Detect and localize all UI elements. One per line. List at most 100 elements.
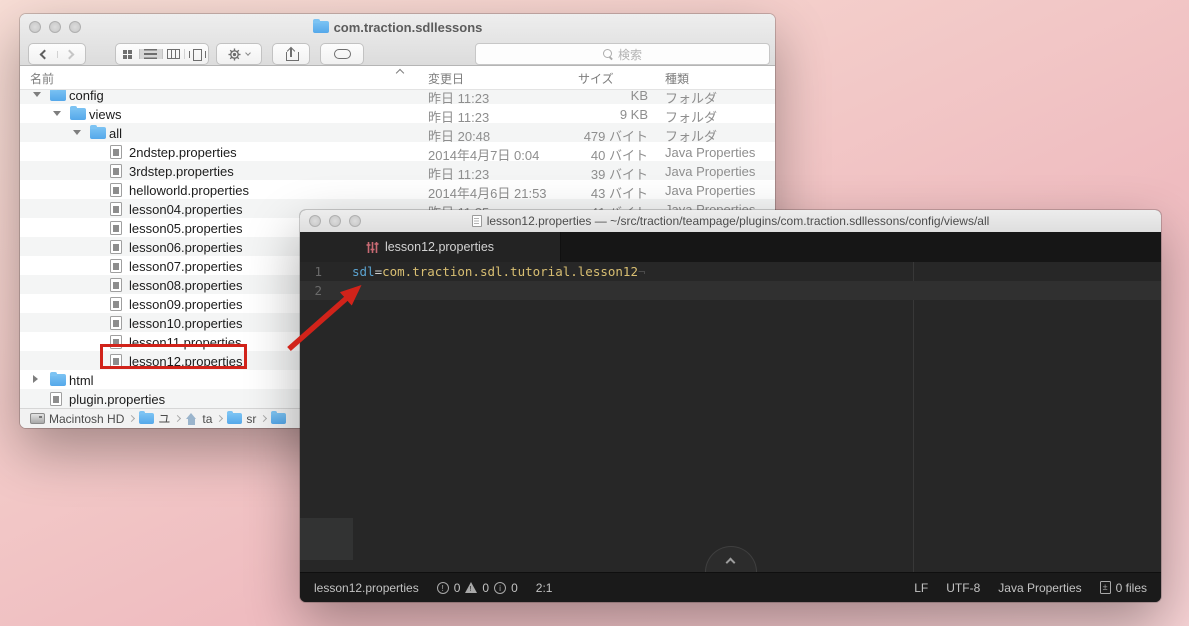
search-icon bbox=[602, 48, 614, 60]
property-value: com.traction.sdl.tutorial.lesson12 bbox=[382, 264, 638, 279]
column-header-kind[interactable]: 種類 bbox=[665, 70, 689, 87]
git-status[interactable]: 0 files bbox=[1099, 580, 1147, 595]
back-icon bbox=[39, 49, 50, 59]
path-item-sr[interactable]: sr bbox=[227, 411, 256, 426]
property-key: sdl bbox=[352, 264, 375, 279]
path-separator-icon bbox=[128, 414, 136, 423]
finder-window-title: com.traction.sdllessons bbox=[20, 14, 775, 40]
folder-icon bbox=[312, 18, 329, 33]
action-menu-button[interactable] bbox=[216, 43, 262, 65]
folder-icon bbox=[90, 124, 106, 139]
list-view-button[interactable] bbox=[138, 49, 163, 59]
forward-icon bbox=[64, 49, 75, 59]
file-name: helloworld.properties bbox=[129, 182, 249, 198]
coverflow-view-button[interactable] bbox=[185, 49, 208, 61]
column-view-button[interactable] bbox=[163, 49, 186, 59]
drive-icon bbox=[30, 413, 45, 424]
tab-bar: lesson12.properties bbox=[300, 232, 1161, 262]
highlight-annotation-box bbox=[100, 344, 247, 369]
finder-titlebar: com.traction.sdllessons 検索 bbox=[20, 14, 775, 66]
status-filename[interactable]: lesson12.properties bbox=[314, 581, 419, 595]
cursor-position[interactable]: 2:1 bbox=[536, 581, 553, 595]
tags-button[interactable] bbox=[320, 43, 364, 65]
share-button[interactable] bbox=[272, 43, 310, 65]
line-number: 2 bbox=[314, 283, 322, 298]
back-button[interactable] bbox=[29, 49, 58, 59]
properties-file-icon bbox=[366, 241, 379, 253]
column-header-name[interactable]: 名前 bbox=[30, 70, 54, 87]
list-view-icon bbox=[144, 49, 158, 59]
grid-view-icon bbox=[122, 49, 132, 59]
file-name: all bbox=[109, 125, 123, 141]
warning-count: 0 bbox=[482, 580, 490, 595]
file-icon bbox=[110, 277, 122, 292]
status-bar: lesson12.properties 0 0 0 2:1 LF UTF-8 J… bbox=[300, 572, 1161, 602]
diagnostics[interactable]: 0 0 0 bbox=[436, 580, 518, 595]
info-icon bbox=[494, 581, 507, 594]
icon-view-button[interactable] bbox=[116, 49, 139, 59]
file-name: html bbox=[69, 372, 94, 388]
column-header-size[interactable]: サイズ bbox=[578, 70, 614, 87]
column-header-date[interactable]: 変更日 bbox=[428, 70, 464, 87]
file-name: lesson04.properties bbox=[129, 201, 243, 217]
file-name: lesson08.properties bbox=[129, 277, 243, 293]
gear-icon bbox=[228, 47, 241, 61]
code-line-1[interactable]: 1 sdl=com.traction.sdl.tutorial.lesson12… bbox=[300, 262, 1161, 281]
search-placeholder: 検索 bbox=[617, 47, 642, 62]
folder-icon bbox=[139, 411, 155, 424]
minimize-button[interactable] bbox=[329, 215, 341, 227]
disclosure-closed-icon[interactable] bbox=[33, 375, 38, 383]
share-icon bbox=[285, 46, 299, 61]
forward-button[interactable] bbox=[58, 49, 86, 59]
zoom-button[interactable] bbox=[349, 215, 361, 227]
file-icon bbox=[110, 296, 122, 311]
disclosure-open-icon[interactable] bbox=[33, 92, 41, 97]
editor-window: lesson12.properties — ~/src/traction/tea… bbox=[300, 210, 1161, 602]
git-diff-icon bbox=[1099, 581, 1111, 594]
tab-lesson12-properties[interactable]: lesson12.properties bbox=[300, 232, 561, 262]
path-separator-icon bbox=[174, 414, 182, 423]
file-row-config[interactable]: config 昨日 11:23 KB フォルダ bbox=[20, 90, 775, 104]
file-icon bbox=[110, 220, 122, 235]
encoding-indicator[interactable]: UTF-8 bbox=[946, 581, 980, 595]
file-row-helloworld.properties[interactable]: helloworld.properties 2014年4月6日 21:53 43 バ… bbox=[20, 180, 775, 201]
path-item-folder[interactable] bbox=[271, 411, 287, 424]
file-row-2ndstep.properties[interactable]: 2ndstep.properties 2014年4月7日 0:04 40 バイト Ja… bbox=[20, 142, 775, 163]
file-row-views[interactable]: views 昨日 11:23 9 KB フォルダ bbox=[20, 104, 775, 125]
file-row-3rdstep.properties[interactable]: 3rdstep.properties 昨日 11:23 39 バイト Java Pro… bbox=[20, 161, 775, 182]
path-item-Macintosh HD[interactable]: Macintosh HD bbox=[30, 412, 124, 426]
chevron-up-icon bbox=[725, 557, 736, 568]
file-icon bbox=[110, 144, 122, 159]
disclosure-open-icon[interactable] bbox=[53, 111, 61, 116]
code-editor[interactable]: 1 sdl=com.traction.sdl.tutorial.lesson12… bbox=[300, 262, 1161, 572]
panel-toggle-button[interactable] bbox=[704, 546, 757, 572]
file-name: lesson09.properties bbox=[129, 296, 243, 312]
file-name: lesson07.properties bbox=[129, 258, 243, 274]
file-row-all[interactable]: all 昨日 20:48 479 バイト フォルダ bbox=[20, 123, 775, 144]
editor-window-title: lesson12.properties — ~/src/traction/tea… bbox=[486, 214, 990, 228]
path-label: ta bbox=[202, 411, 213, 426]
cell-kind: フォルダ bbox=[665, 90, 718, 105]
file-name: 2ndstep.properties bbox=[129, 144, 237, 160]
line-ending-indicator[interactable]: LF bbox=[914, 581, 928, 595]
grammar-indicator[interactable]: Java Properties bbox=[998, 581, 1081, 595]
git-files-count: 0 files bbox=[1115, 580, 1147, 595]
file-icon bbox=[110, 258, 122, 273]
disclosure-open-icon[interactable] bbox=[73, 130, 81, 135]
folder-icon bbox=[50, 90, 66, 101]
cell-size: 9 KB bbox=[619, 106, 648, 122]
file-icon bbox=[110, 201, 122, 216]
info-count: 0 bbox=[511, 580, 518, 595]
column-view-icon bbox=[166, 49, 180, 59]
code-line-2-cursor-line[interactable]: 2 bbox=[300, 281, 1161, 300]
document-icon bbox=[471, 215, 482, 227]
close-button[interactable] bbox=[309, 215, 321, 227]
chevron-down-icon bbox=[245, 50, 251, 56]
file-icon bbox=[110, 182, 122, 197]
search-input[interactable]: 検索 bbox=[475, 43, 770, 65]
eol-invisible-char: ¬ bbox=[637, 264, 646, 279]
home-icon bbox=[185, 412, 198, 425]
path-item-ta[interactable]: ta bbox=[185, 412, 212, 426]
error-count: 0 bbox=[453, 580, 461, 595]
path-item-ユ[interactable]: ユ bbox=[139, 410, 170, 427]
